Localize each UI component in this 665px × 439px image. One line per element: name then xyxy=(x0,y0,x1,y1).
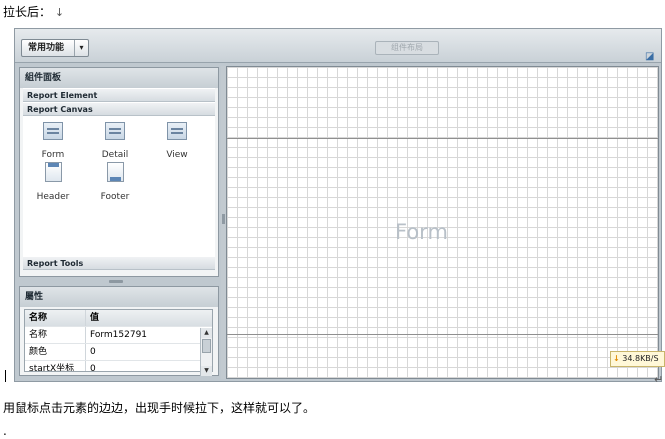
doc-caption: 用鼠标点击元素的边边，出现手时候拉下，这样就可以了。 xyxy=(3,401,316,415)
section-report-tools[interactable]: Report Tools xyxy=(23,256,215,270)
app-window: 常用功能 ▾ 组件布局 ◪ 組件面板 Report Element Report… xyxy=(14,28,662,382)
table-row[interactable]: 颜色 0 xyxy=(25,344,212,361)
properties-panel: 屬性 名称 值 名称 Form152791 颜色 0 startX坐标 0 ▲ … xyxy=(19,286,219,376)
doc-heading-text: 拉长后： xyxy=(3,5,52,19)
detail-icon xyxy=(105,122,125,140)
property-name: startX坐标 xyxy=(29,364,75,371)
canvas-item-label: Header xyxy=(36,192,70,202)
canvas-items: Form Detail View Header Footer xyxy=(23,116,215,256)
view-icon xyxy=(167,122,187,140)
band-divider-top[interactable] xyxy=(227,138,658,139)
component-panel-title: 組件面板 xyxy=(20,68,218,88)
canvas-item-detail[interactable]: Detail xyxy=(85,122,145,160)
canvas-item-label: Form xyxy=(41,150,65,160)
form-watermark: Form xyxy=(395,220,448,244)
common-functions-label: 常用功能 xyxy=(28,43,65,53)
property-name: 颜色 xyxy=(29,347,48,357)
scroll-up-icon[interactable]: ▲ xyxy=(201,328,212,338)
section-report-element[interactable]: Report Element xyxy=(23,88,215,102)
table-header-row: 名称 值 xyxy=(25,310,212,327)
properties-table: 名称 值 名称 Form152791 颜色 0 startX坐标 0 ▲ ▼ xyxy=(24,309,213,376)
canvas-item-form[interactable]: Form xyxy=(23,122,83,160)
column-header-value: 值 xyxy=(85,310,99,326)
doc-heading: 拉长后： ↓ xyxy=(3,5,64,20)
property-value[interactable]: 0 xyxy=(85,361,96,371)
doc-empty-line-mark: . xyxy=(3,424,7,438)
window-corner-icon[interactable]: ◪ xyxy=(645,51,659,63)
canvas-item-view[interactable]: View xyxy=(147,122,207,160)
text-cursor xyxy=(5,370,6,382)
band-divider-bottom[interactable] xyxy=(227,334,658,335)
download-arrow-icon: ↓ xyxy=(613,354,620,363)
canvas-item-header[interactable]: Header xyxy=(23,162,83,202)
component-panel-body: Report Element Report Canvas Form Detail… xyxy=(23,88,215,270)
table-row[interactable]: startX坐标 0 xyxy=(25,361,212,371)
properties-scrollbar[interactable]: ▲ ▼ xyxy=(200,328,212,376)
scroll-thumb[interactable] xyxy=(202,339,211,353)
download-speed-text: 34.8KB/S xyxy=(622,354,659,363)
canvas-item-footer[interactable]: Footer xyxy=(85,162,145,202)
canvas-item-label: Footer xyxy=(100,192,130,202)
line-end-mark: ↵ xyxy=(654,372,663,387)
column-header-name: 名称 xyxy=(29,313,48,323)
property-value[interactable]: Form152791 xyxy=(85,327,147,343)
design-canvas[interactable]: Form xyxy=(226,66,659,379)
canvas-item-label: View xyxy=(166,150,188,160)
component-panel: 組件面板 Report Element Report Canvas Form D… xyxy=(19,67,219,277)
common-functions-menu[interactable]: 常用功能 ▾ xyxy=(21,39,89,57)
scroll-down-icon[interactable]: ▼ xyxy=(201,366,212,376)
property-value[interactable]: 0 xyxy=(85,344,96,360)
form-icon xyxy=(43,122,63,140)
panel-resize-handle[interactable] xyxy=(109,280,123,283)
paragraph-mark-icon: ↓ xyxy=(54,6,65,19)
properties-panel-title: 屬性 xyxy=(20,287,218,307)
chevron-down-icon[interactable]: ▾ xyxy=(74,40,88,56)
download-speed-badge: ↓ 34.8KB/S xyxy=(610,351,665,367)
footer-icon xyxy=(106,162,124,182)
header-icon xyxy=(44,162,62,182)
property-name: 名称 xyxy=(29,330,48,340)
section-report-canvas[interactable]: Report Canvas xyxy=(23,102,215,116)
layout-button[interactable]: 组件布局 xyxy=(375,41,439,55)
top-toolbar: 常用功能 ▾ 组件布局 ◪ xyxy=(15,29,661,63)
canvas-item-label: Detail xyxy=(101,150,129,160)
table-row[interactable]: 名称 Form152791 xyxy=(25,327,212,344)
return-mark-icon: ↵ xyxy=(654,373,664,386)
